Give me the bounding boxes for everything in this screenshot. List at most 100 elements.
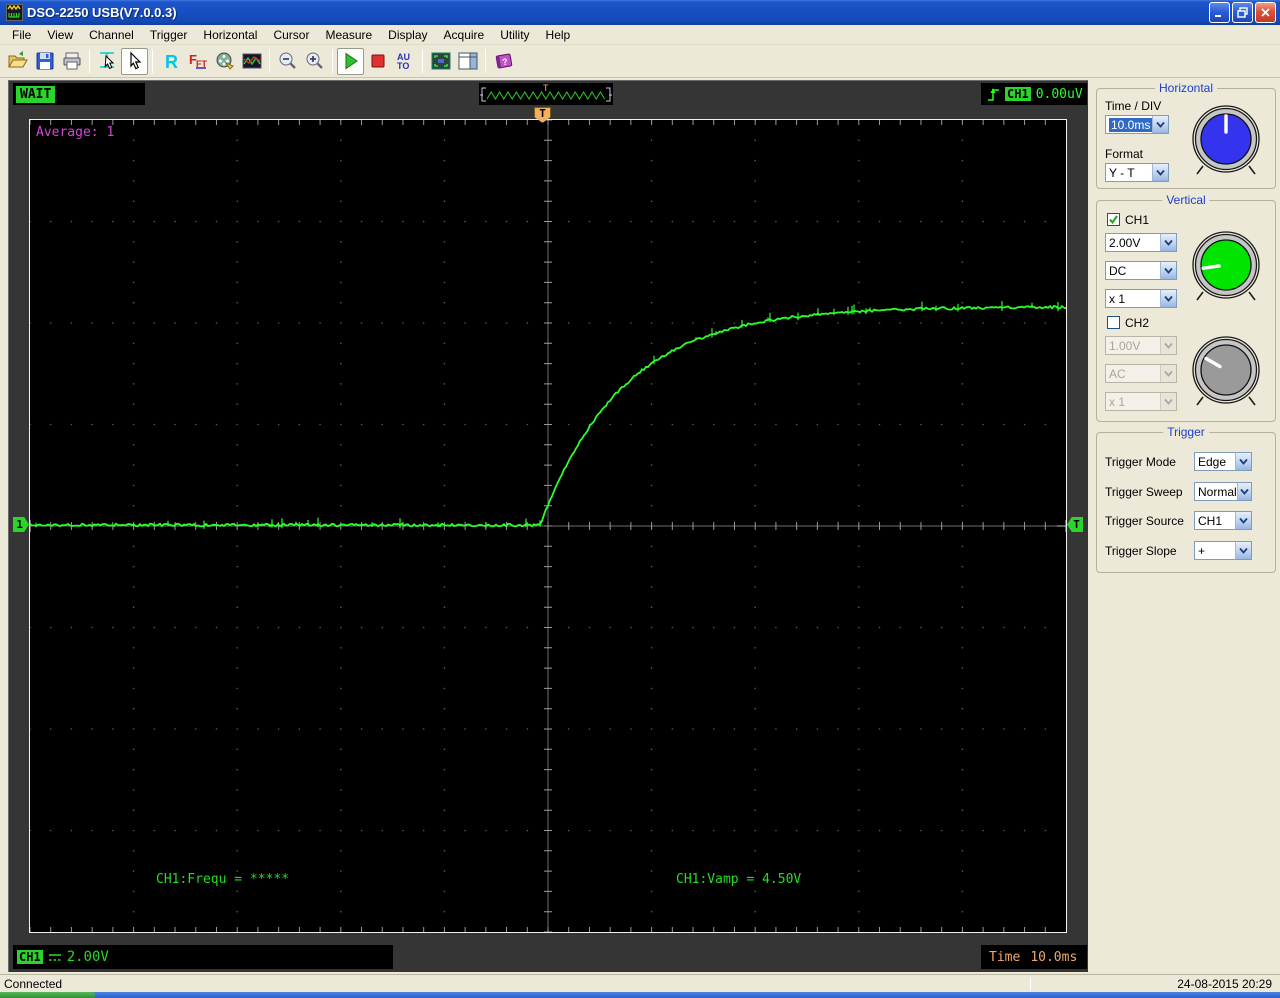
chevron-down-icon [1160, 365, 1176, 382]
ch1-vamp-readout: CH1:Vamp = 4.50V [676, 872, 802, 887]
acquisition-status-box: WAIT [13, 83, 145, 105]
time-div-select[interactable]: 10.0ms [1105, 115, 1169, 134]
chevron-down-icon[interactable] [1152, 164, 1168, 181]
ch2-volt-value: 1.00V [1109, 338, 1141, 353]
trigger-sweep-select[interactable]: Normal [1194, 482, 1252, 501]
timebase-box: Time 10.0ms [981, 945, 1087, 969]
run-button[interactable] [337, 47, 364, 75]
menu-item-utility[interactable]: Utility [492, 26, 537, 44]
menu-item-cursor[interactable]: Cursor [265, 26, 317, 44]
menu-item-help[interactable]: Help [538, 26, 579, 44]
chevron-down-icon [1160, 393, 1176, 410]
help-book-icon: ? [495, 53, 512, 69]
print-button[interactable] [58, 48, 85, 75]
menu-item-horizontal[interactable]: Horizontal [195, 26, 265, 44]
ch2-checkbox[interactable] [1107, 316, 1120, 329]
close-button[interactable] [1255, 2, 1276, 23]
menu-item-measure[interactable]: Measure [317, 26, 380, 44]
ch2-vertical-knob[interactable] [1191, 336, 1261, 408]
auto-set-icon: AUTO [397, 52, 410, 71]
statusbar-divider [1030, 977, 1031, 991]
trigger-group-title: Trigger [1163, 425, 1209, 439]
restore-icon [1237, 7, 1248, 18]
ch2-coupling-value: AC [1109, 366, 1126, 381]
chevron-down-icon[interactable] [1160, 262, 1176, 279]
trigger-source-label: Trigger Source [1105, 514, 1184, 528]
zoom-in-button[interactable] [301, 48, 328, 75]
fft-button[interactable]: F FT [184, 48, 211, 75]
ch1-probe-select[interactable]: x 1 [1105, 289, 1177, 308]
knob-ch2-dial [1192, 336, 1260, 406]
ch1-scale-box: CH1 2.00V [13, 945, 393, 969]
print-icon [63, 52, 80, 70]
menu-item-acquire[interactable]: Acquire [436, 26, 493, 44]
ch1-volt-value: 2.00V [1109, 235, 1141, 250]
open-button[interactable] [4, 48, 31, 75]
waveform-display-button[interactable] [238, 48, 265, 75]
ch1-position-marker[interactable]: 1 [13, 517, 29, 532]
ch1-coupling-select[interactable]: DC [1105, 261, 1177, 280]
minimize-button[interactable] [1209, 2, 1230, 23]
menu-item-trigger[interactable]: Trigger [142, 26, 196, 44]
window-layout-button[interactable] [454, 48, 481, 75]
stop-icon [371, 54, 384, 68]
timebase-readout: 10.0ms [1030, 949, 1078, 965]
help-book-button[interactable]: ? [490, 48, 517, 75]
scope-display[interactable]: T 1 T Average: 1 CH1:Frequ = ***** CH1:V… [13, 107, 1083, 933]
vertical-group-title: Vertical [1162, 193, 1210, 207]
ch1-volt-select[interactable]: 2.00V [1105, 233, 1177, 252]
refresh-r-button[interactable]: R [157, 48, 184, 75]
cursor-measure-icon [99, 52, 114, 70]
menu-item-channel[interactable]: Channel [81, 26, 142, 44]
window-title: DSO-2250 USB(V7.0.0.3) [27, 5, 177, 20]
close-icon [1261, 8, 1270, 17]
rising-edge-icon [988, 87, 999, 101]
trigger-level-marker[interactable]: T [1067, 517, 1083, 532]
ch1-checkbox-label: CH1 [1125, 213, 1150, 227]
waveform-preview[interactable]: T [479, 83, 613, 105]
ch1-frequency-readout: CH1:Frequ = ***** [156, 872, 290, 887]
trigger-mode-select[interactable]: Edge [1194, 452, 1252, 471]
ch1-probe-value: x 1 [1109, 291, 1126, 306]
chevron-down-icon[interactable] [1160, 290, 1176, 307]
start-button-sliver[interactable] [0, 992, 95, 998]
toolbar: R F FT AU TO? [0, 45, 1280, 78]
chevron-down-icon[interactable] [1235, 453, 1251, 470]
trigger-source-select[interactable]: CH1 [1194, 511, 1252, 530]
trigger-slope-select[interactable]: + [1194, 541, 1252, 560]
auto-set-button[interactable]: AU TO [391, 48, 418, 75]
connection-status: Connected [4, 977, 63, 991]
time-label: Time [989, 949, 1021, 965]
time-div-label: Time / DIV [1105, 99, 1162, 113]
pointer-button[interactable] [121, 47, 148, 75]
cursor-measure-button[interactable] [94, 48, 121, 75]
chevron-down-icon[interactable] [1235, 512, 1251, 529]
full-screen-button[interactable] [427, 48, 454, 75]
ch1-checkbox[interactable] [1107, 213, 1120, 226]
zoom-out-button[interactable] [274, 48, 301, 75]
chevron-down-icon[interactable] [1160, 234, 1176, 251]
format-select[interactable]: Y - T [1105, 163, 1169, 182]
chevron-down-icon[interactable] [1235, 542, 1251, 559]
horizontal-knob[interactable] [1191, 105, 1261, 177]
menu-item-display[interactable]: Display [380, 26, 435, 44]
trigger-slope-label: Trigger Slope [1105, 544, 1177, 558]
run-icon [345, 52, 358, 70]
trigger-mode-value: Edge [1198, 454, 1227, 469]
animation-button[interactable] [211, 48, 238, 75]
chevron-down-icon[interactable] [1236, 483, 1251, 500]
stop-button[interactable] [364, 48, 391, 75]
trigger-source-value: CH1 [1198, 513, 1223, 528]
ch1-vertical-knob[interactable] [1191, 231, 1261, 303]
chevron-down-icon[interactable] [1152, 116, 1168, 133]
trigger-level-readout: 0.00uV [1035, 86, 1083, 102]
restore-button[interactable] [1232, 2, 1253, 23]
open-icon [7, 51, 28, 68]
horizontal-group: Horizontal Time / DIV 10.0ms Format Y - … [1096, 81, 1276, 189]
menu-item-view[interactable]: View [39, 26, 81, 44]
svg-text:T: T [543, 84, 549, 94]
horizontal-group-title: Horizontal [1154, 81, 1218, 95]
save-button[interactable] [31, 48, 58, 75]
ch2-coupling-select: AC [1105, 364, 1177, 383]
menu-item-file[interactable]: File [4, 26, 39, 44]
